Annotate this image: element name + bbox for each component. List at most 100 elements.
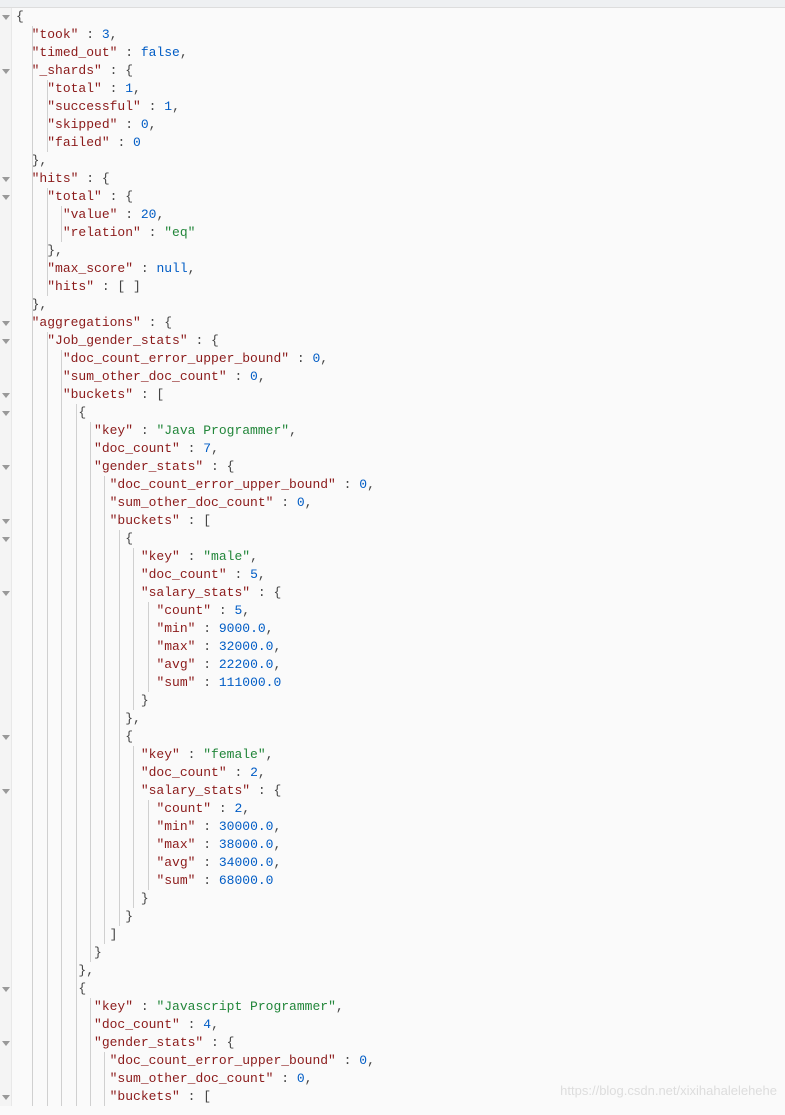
code-line[interactable]: { bbox=[16, 728, 375, 746]
code-line[interactable]: } bbox=[16, 908, 375, 926]
gutter-row bbox=[0, 134, 11, 152]
fold-toggle[interactable] bbox=[0, 386, 11, 404]
indent-guide bbox=[61, 1052, 62, 1070]
code-line[interactable]: "doc_count_error_upper_bound" : 0, bbox=[16, 350, 375, 368]
fold-toggle[interactable] bbox=[0, 62, 11, 80]
code-line[interactable]: } bbox=[16, 944, 375, 962]
code-line[interactable]: }, bbox=[16, 710, 375, 728]
indent-guide bbox=[76, 458, 77, 476]
code-editor[interactable]: { "took" : 3, "timed_out" : false, "_sha… bbox=[0, 8, 785, 1106]
fold-toggle[interactable] bbox=[0, 314, 11, 332]
code-line[interactable]: "failed" : 0 bbox=[16, 134, 375, 152]
code-line[interactable]: "key" : "Javascript Programmer", bbox=[16, 998, 375, 1016]
indent-guide bbox=[32, 476, 33, 494]
indent-guide bbox=[32, 980, 33, 998]
code-line[interactable]: "key" : "Java Programmer", bbox=[16, 422, 375, 440]
code-line[interactable]: "sum_other_doc_count" : 0, bbox=[16, 368, 375, 386]
code-line[interactable]: { bbox=[16, 8, 375, 26]
code-line[interactable]: "sum" : 68000.0 bbox=[16, 872, 375, 890]
code-line[interactable]: "doc_count" : 7, bbox=[16, 440, 375, 458]
token-k: "buckets" bbox=[63, 387, 133, 402]
gutter-row bbox=[0, 44, 11, 62]
code-line[interactable]: } bbox=[16, 692, 375, 710]
token-n: 0 bbox=[297, 1071, 305, 1086]
code-line[interactable]: "doc_count" : 5, bbox=[16, 566, 375, 584]
fold-toggle[interactable] bbox=[0, 512, 11, 530]
code-line[interactable]: "doc_count_error_upper_bound" : 0, bbox=[16, 1052, 375, 1070]
token-p: { bbox=[78, 405, 86, 420]
fold-toggle[interactable] bbox=[0, 782, 11, 800]
code-line[interactable]: { bbox=[16, 404, 375, 422]
fold-toggle[interactable] bbox=[0, 1034, 11, 1052]
fold-toggle[interactable] bbox=[0, 404, 11, 422]
code-line[interactable]: "relation" : "eq" bbox=[16, 224, 375, 242]
code-line[interactable]: "total" : { bbox=[16, 188, 375, 206]
code-line[interactable]: "buckets" : [ bbox=[16, 512, 375, 530]
code-line[interactable]: "Job_gender_stats" : { bbox=[16, 332, 375, 350]
code-line[interactable]: "count" : 2, bbox=[16, 800, 375, 818]
fold-toggle[interactable] bbox=[0, 980, 11, 998]
fold-gutter[interactable] bbox=[0, 8, 12, 1106]
code-line[interactable]: "key" : "female", bbox=[16, 746, 375, 764]
fold-toggle[interactable] bbox=[0, 188, 11, 206]
indent-guide bbox=[47, 998, 48, 1016]
fold-toggle[interactable] bbox=[0, 1088, 11, 1106]
code-line[interactable]: "successful" : 1, bbox=[16, 98, 375, 116]
code-line[interactable]: } bbox=[16, 890, 375, 908]
code-line[interactable]: "gender_stats" : { bbox=[16, 1034, 375, 1052]
code-line[interactable]: "_shards" : { bbox=[16, 62, 375, 80]
code-line[interactable]: "doc_count" : 4, bbox=[16, 1016, 375, 1034]
code-line[interactable]: "avg" : 34000.0, bbox=[16, 854, 375, 872]
code-line[interactable]: "doc_count_error_upper_bound" : 0, bbox=[16, 476, 375, 494]
fold-toggle[interactable] bbox=[0, 584, 11, 602]
fold-toggle[interactable] bbox=[0, 458, 11, 476]
code-line[interactable]: "hits" : [ ] bbox=[16, 278, 375, 296]
fold-toggle[interactable] bbox=[0, 728, 11, 746]
code-line[interactable]: }, bbox=[16, 242, 375, 260]
code-line[interactable]: "salary_stats" : { bbox=[16, 584, 375, 602]
fold-toggle[interactable] bbox=[0, 8, 11, 26]
code-line[interactable]: "skipped" : 0, bbox=[16, 116, 375, 134]
code-line[interactable]: "sum" : 111000.0 bbox=[16, 674, 375, 692]
code-line[interactable]: }, bbox=[16, 152, 375, 170]
code-line[interactable]: "sum_other_doc_count" : 0, bbox=[16, 494, 375, 512]
code-line[interactable]: "timed_out" : false, bbox=[16, 44, 375, 62]
indent-guide bbox=[47, 332, 48, 350]
code-line[interactable]: "min" : 30000.0, bbox=[16, 818, 375, 836]
indent-guide bbox=[90, 566, 91, 584]
code-line[interactable]: "gender_stats" : { bbox=[16, 458, 375, 476]
token-n: 0 bbox=[359, 477, 367, 492]
indent-guide bbox=[119, 854, 120, 872]
code-line[interactable]: }, bbox=[16, 296, 375, 314]
code-line[interactable]: ] bbox=[16, 926, 375, 944]
fold-toggle[interactable] bbox=[0, 170, 11, 188]
code-line[interactable]: "total" : 1, bbox=[16, 80, 375, 98]
code-line[interactable]: }, bbox=[16, 962, 375, 980]
code-line[interactable]: "buckets" : [ bbox=[16, 1088, 375, 1106]
code-line[interactable]: "max" : 32000.0, bbox=[16, 638, 375, 656]
indent-guide bbox=[76, 908, 77, 926]
indent-guide bbox=[61, 764, 62, 782]
indent-guide bbox=[47, 278, 48, 296]
code-line[interactable]: "count" : 5, bbox=[16, 602, 375, 620]
code-line[interactable]: { bbox=[16, 980, 375, 998]
gutter-row bbox=[0, 836, 11, 854]
code-line[interactable]: "took" : 3, bbox=[16, 26, 375, 44]
code-line[interactable]: "max_score" : null, bbox=[16, 260, 375, 278]
code-line[interactable]: { bbox=[16, 530, 375, 548]
fold-toggle[interactable] bbox=[0, 530, 11, 548]
code-line[interactable]: "hits" : { bbox=[16, 170, 375, 188]
code-line[interactable]: "doc_count" : 2, bbox=[16, 764, 375, 782]
code-content[interactable]: { "took" : 3, "timed_out" : false, "_sha… bbox=[12, 8, 375, 1106]
code-line[interactable]: "buckets" : [ bbox=[16, 386, 375, 404]
code-line[interactable]: "min" : 9000.0, bbox=[16, 620, 375, 638]
code-line[interactable]: "sum_other_doc_count" : 0, bbox=[16, 1070, 375, 1088]
fold-toggle[interactable] bbox=[0, 332, 11, 350]
code-line[interactable]: "key" : "male", bbox=[16, 548, 375, 566]
code-line[interactable]: "value" : 20, bbox=[16, 206, 375, 224]
code-line[interactable]: "aggregations" : { bbox=[16, 314, 375, 332]
code-line[interactable]: "salary_stats" : { bbox=[16, 782, 375, 800]
indent-guide bbox=[76, 890, 77, 908]
code-line[interactable]: "max" : 38000.0, bbox=[16, 836, 375, 854]
code-line[interactable]: "avg" : 22200.0, bbox=[16, 656, 375, 674]
